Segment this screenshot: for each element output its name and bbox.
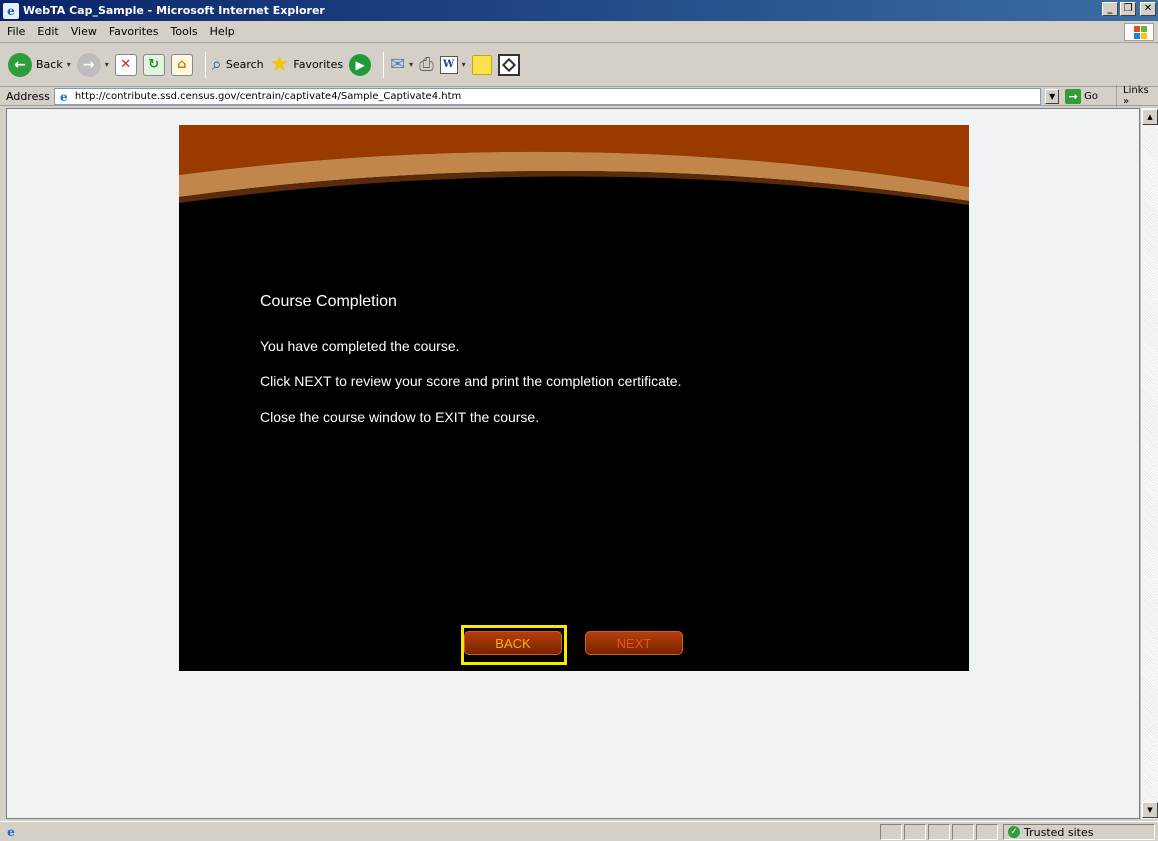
address-input[interactable]: e http://contribute.ssd.census.gov/centr… <box>53 87 1042 105</box>
go-button[interactable]: → Go <box>1065 88 1099 104</box>
menu-edit[interactable]: Edit <box>31 25 64 38</box>
favorites-button[interactable]: ★ Favorites <box>270 52 343 77</box>
home-button[interactable]: ⌂ <box>170 53 193 76</box>
scroll-down-icon[interactable]: ▼ <box>1142 802 1158 818</box>
windows-flag-icon <box>1124 23 1154 41</box>
forward-button[interactable]: → ▾ <box>76 52 109 77</box>
refresh-icon: ↻ <box>142 53 165 76</box>
search-label: Search <box>225 58 264 71</box>
favorites-star-icon: ★ <box>269 52 290 77</box>
toolbar-separator <box>204 51 206 78</box>
links-button[interactable]: Links » <box>1116 85 1158 107</box>
refresh-button[interactable]: ↻ <box>142 53 165 76</box>
go-label: Go <box>1084 90 1099 102</box>
completion-message: You have completed the course. <box>260 338 460 354</box>
window-controls: _ ❐ ✕ <box>1102 2 1156 16</box>
menu-favorites[interactable]: Favorites <box>103 25 165 38</box>
page-content: Course Completion You have completed the… <box>6 108 1140 819</box>
forward-dropdown-icon[interactable]: ▾ <box>105 60 109 69</box>
mail-button[interactable]: ✉ ▾ <box>390 54 413 75</box>
security-zone[interactable]: ✓ Trusted sites <box>1003 824 1155 840</box>
status-pane <box>952 824 974 840</box>
restore-button[interactable]: ❐ <box>1120 2 1136 16</box>
header-arc-graphic <box>179 125 969 205</box>
edit-dropdown-icon[interactable]: ▾ <box>462 60 466 69</box>
mail-icon: ✉ <box>390 54 406 75</box>
home-icon: ⌂ <box>170 53 193 76</box>
exit-instructions: Close the course window to EXIT the cour… <box>260 409 540 425</box>
edit-word-button[interactable]: W ▾ <box>439 55 466 74</box>
related-button[interactable] <box>497 53 520 76</box>
close-button[interactable]: ✕ <box>1140 2 1156 16</box>
menu-file[interactable]: File <box>0 25 31 38</box>
standard-toolbar: ← Back ▾ → ▾ ✕ ↻ ⌂ ⌕ Search ★ Favorites … <box>0 43 1158 87</box>
status-panes <box>880 824 998 840</box>
menu-tools[interactable]: Tools <box>165 25 204 38</box>
back-button[interactable]: ← Back ▾ <box>8 52 71 77</box>
address-url: http://contribute.ssd.census.gov/centrai… <box>74 90 462 102</box>
status-pane <box>904 824 926 840</box>
menu-bar: File Edit View Favorites Tools Help <box>0 21 1158 43</box>
stop-button[interactable]: ✕ <box>114 53 137 76</box>
forward-arrow-icon: → <box>76 52 101 77</box>
next-slide-button[interactable]: NEXT <box>585 631 683 655</box>
search-icon: ⌕ <box>211 54 222 75</box>
slide-title: Course Completion <box>260 293 397 310</box>
media-button[interactable]: ▶ <box>349 53 372 76</box>
print-button[interactable]: ⎙ <box>419 54 433 75</box>
menu-view[interactable]: View <box>65 25 103 38</box>
status-pane <box>976 824 998 840</box>
search-button[interactable]: ⌕ Search <box>212 54 264 75</box>
back-arrow-icon: ← <box>8 52 32 77</box>
printer-icon: ⎙ <box>419 54 434 75</box>
status-page-icon: e <box>7 824 15 839</box>
address-bar: Address e http://contribute.ssd.census.g… <box>0 85 1158 107</box>
ie-logo-icon: e <box>3 2 19 19</box>
status-pane <box>928 824 950 840</box>
stop-icon: ✕ <box>114 53 137 76</box>
next-instructions: Click NEXT to review your score and prin… <box>260 373 682 389</box>
scroll-up-icon[interactable]: ▲ <box>1142 109 1158 125</box>
mail-dropdown-icon[interactable]: ▾ <box>409 60 413 69</box>
minimize-button[interactable]: _ <box>1102 2 1118 16</box>
status-pane <box>880 824 902 840</box>
address-label: Address <box>6 89 50 103</box>
address-dropdown-icon[interactable]: ▼ <box>1045 88 1060 104</box>
window-title: WebTA Cap_Sample - Microsoft Internet Ex… <box>23 4 325 17</box>
zone-label: Trusted sites <box>1024 825 1094 839</box>
go-arrow-icon: → <box>1065 88 1082 104</box>
word-icon: W <box>439 55 458 74</box>
window-title-bar[interactable]: e WebTA Cap_Sample - Microsoft Internet … <box>0 0 1158 21</box>
back-dropdown-icon[interactable]: ▾ <box>67 60 71 69</box>
sticky-note-icon <box>471 54 492 75</box>
menu-help[interactable]: Help <box>204 25 241 38</box>
back-slide-button[interactable]: BACK <box>464 631 562 655</box>
diamond-icon <box>497 53 520 76</box>
media-icon: ▶ <box>349 53 372 76</box>
captivate-movie: Course Completion You have completed the… <box>179 125 969 671</box>
back-label: Back <box>36 58 63 71</box>
status-bar: e ✓ Trusted sites <box>0 821 1158 841</box>
toolbar-separator <box>383 51 385 78</box>
trusted-check-icon: ✓ <box>1008 826 1020 838</box>
vertical-scrollbar[interactable]: ▲ ▼ <box>1140 108 1158 819</box>
notes-button[interactable] <box>471 54 492 75</box>
page-ie-icon: e <box>59 89 68 104</box>
favorites-label: Favorites <box>293 58 344 71</box>
